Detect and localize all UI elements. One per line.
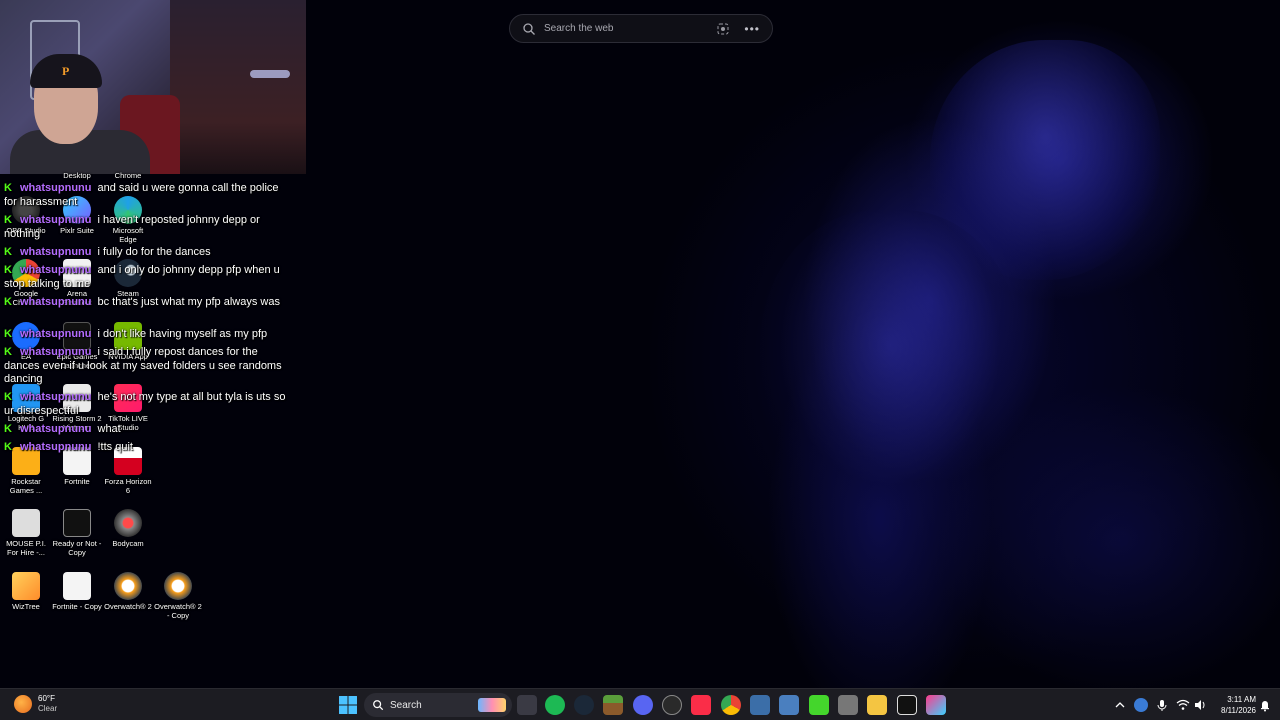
bodycam-icon (114, 509, 142, 537)
taskbar-search[interactable]: Search (364, 693, 512, 717)
search-icon (373, 700, 384, 711)
kick-badge-icon: K (4, 182, 12, 194)
visual-search-icon[interactable] (716, 22, 730, 36)
clock-date: 8/11/2026 (1221, 706, 1256, 715)
volume-icon[interactable] (1193, 698, 1207, 712)
web-search-bar[interactable]: Search the web ••• (509, 14, 773, 43)
desktop-icon-overwatch[interactable]: Overwatch® 2 (103, 572, 153, 611)
chat-message: Kwhatsupnunu and said u were gonna call t… (4, 182, 279, 208)
chat-message: Kwhatsupnunu and i only do johnny depp pf… (4, 264, 280, 290)
taskbar-clock[interactable]: 3:11 AM 8/11/2026 (1210, 694, 1256, 716)
desktop-icon-mouse-pi[interactable]: MOUSE P.I. For Hire -... (1, 509, 51, 557)
chat-message: Kwhatsupnunu he's not my type at all but … (4, 391, 286, 417)
onedrive-icon[interactable] (1134, 698, 1148, 712)
task-view-icon[interactable] (517, 695, 537, 715)
file-explorer-icon[interactable] (867, 695, 887, 715)
chat-message: Kwhatsupnunu i fully do for the dances (4, 246, 211, 258)
discord-icon[interactable] (633, 695, 653, 715)
web-search-placeholder[interactable]: Search the web (544, 23, 716, 34)
blank-app-icon[interactable] (838, 695, 858, 715)
apple-music-icon[interactable] (691, 695, 711, 715)
taskbar-search-label: Search (390, 699, 422, 711)
kick-badge-icon: K (4, 246, 12, 258)
weather-condition: Clear (38, 704, 58, 713)
overwatch-icon (114, 572, 142, 600)
desktop-icon[interactable]: Chrome (103, 171, 153, 180)
kick-badge-icon: K (4, 423, 12, 435)
chat-message: Kwhatsupnunu i said i fully repost dances… (4, 346, 282, 385)
desktop-icon-ready-or-not[interactable]: Ready or Not - Copy (52, 509, 102, 557)
chat-message: Kwhatsupnunu i haven't reposted johnny de… (4, 214, 260, 240)
taskbar: 60°F Clear Search 3:11 AM 8/11/2026 (0, 688, 1280, 720)
document-icon (63, 572, 91, 600)
spotify-icon[interactable] (545, 695, 565, 715)
clock-time: 3:11 AM (1227, 695, 1256, 704)
mouse-pi-icon (12, 509, 40, 537)
desktop-icon-wiztree[interactable]: WizTree (1, 572, 51, 611)
search-highlight-icon (478, 698, 506, 712)
search-icon (523, 22, 535, 35)
weather-widget[interactable]: 60°F Clear (14, 694, 57, 714)
chat-message: Kwhatsupnunu i don't like having myself a… (4, 328, 268, 340)
kick-badge-icon: K (4, 264, 12, 276)
overwatch-icon (164, 572, 192, 600)
ready-or-not-icon (63, 509, 91, 537)
hat-logo: P (62, 64, 70, 78)
notification-bell-icon[interactable] (1258, 698, 1272, 712)
window-app-icon[interactable] (750, 695, 770, 715)
kick-badge-icon: K (4, 441, 12, 453)
obs-icon[interactable] (662, 695, 682, 715)
razer-icon[interactable] (809, 695, 829, 715)
minecraft-icon[interactable] (603, 695, 623, 715)
chat-message: Kwhatsupnunu !tts quit (4, 441, 133, 453)
kick-badge-icon: K (4, 391, 12, 403)
chevron-up-icon[interactable] (1113, 698, 1127, 712)
kick-badge-icon: K (4, 328, 12, 340)
windows-start-icon[interactable] (338, 695, 358, 715)
chat-message: Kwhatsupnunu what (4, 423, 121, 435)
forza-icon[interactable] (897, 695, 917, 715)
weather-moon-icon (14, 695, 32, 713)
desktop-icon-overwatch-copy[interactable]: Overwatch® 2 - Copy (153, 572, 203, 620)
desktop-icon-fortnite-copy[interactable]: Fortnite - Copy (52, 572, 102, 611)
kick-badge-icon: K (4, 214, 12, 226)
snipping-tool-icon[interactable] (926, 695, 946, 715)
wifi-icon[interactable] (1176, 698, 1190, 712)
kick-badge-icon: K (4, 346, 12, 358)
wallpaper-hand (930, 40, 1160, 280)
chrome-icon[interactable] (721, 695, 741, 715)
steam-icon[interactable] (574, 695, 594, 715)
kick-badge-icon: K (4, 296, 12, 308)
weather-temp: 60°F (38, 694, 55, 703)
desktop-icon-bodycam[interactable]: Bodycam (103, 509, 153, 548)
more-options-icon[interactable]: ••• (744, 22, 760, 36)
wiztree-icon (12, 572, 40, 600)
chat-message: Kwhatsupnunu bc that's just what my pfp a… (4, 296, 280, 308)
webcam-overlay: P (0, 0, 306, 174)
window-app-2-icon[interactable] (779, 695, 799, 715)
microphone-icon[interactable] (1155, 698, 1169, 712)
desktop-icon[interactable]: Desktop (52, 171, 102, 180)
